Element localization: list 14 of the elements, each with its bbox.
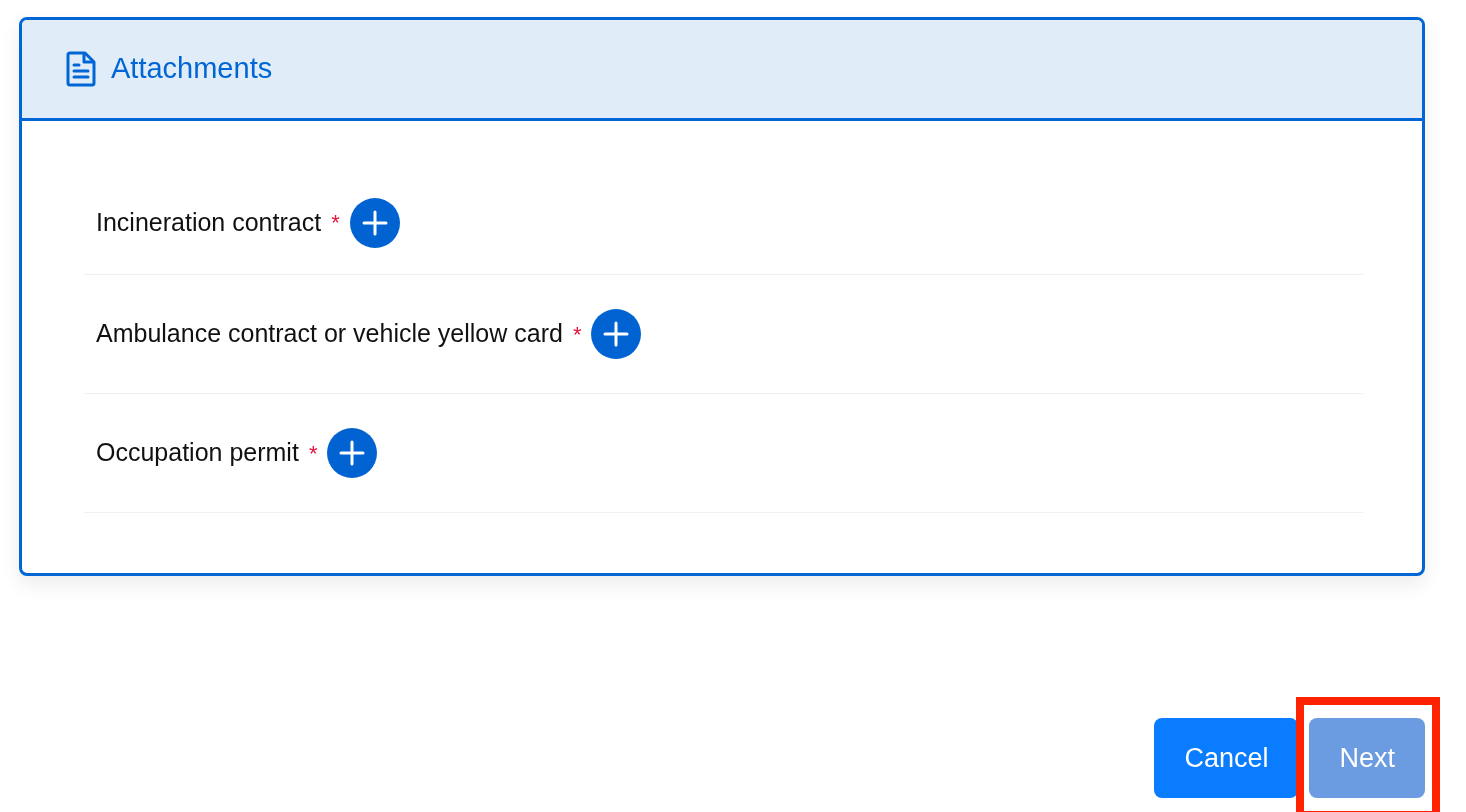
plus-icon [339, 440, 366, 466]
plus-icon [361, 209, 388, 236]
attachment-label: Occupation permit [96, 437, 299, 469]
add-button[interactable] [591, 309, 642, 359]
attachment-label: Ambulance contract or vehicle yellow card [96, 318, 563, 350]
cancel-button[interactable]: Cancel [1154, 718, 1299, 798]
required-mark: * [572, 320, 582, 349]
attachment-label: Incineration contract [96, 206, 322, 238]
document-icon [66, 51, 97, 87]
add-button[interactable] [327, 428, 378, 478]
panel-title: Attachments [111, 51, 273, 87]
required-mark: * [308, 439, 318, 468]
required-mark: * [331, 209, 340, 237]
plus-icon [603, 321, 630, 347]
